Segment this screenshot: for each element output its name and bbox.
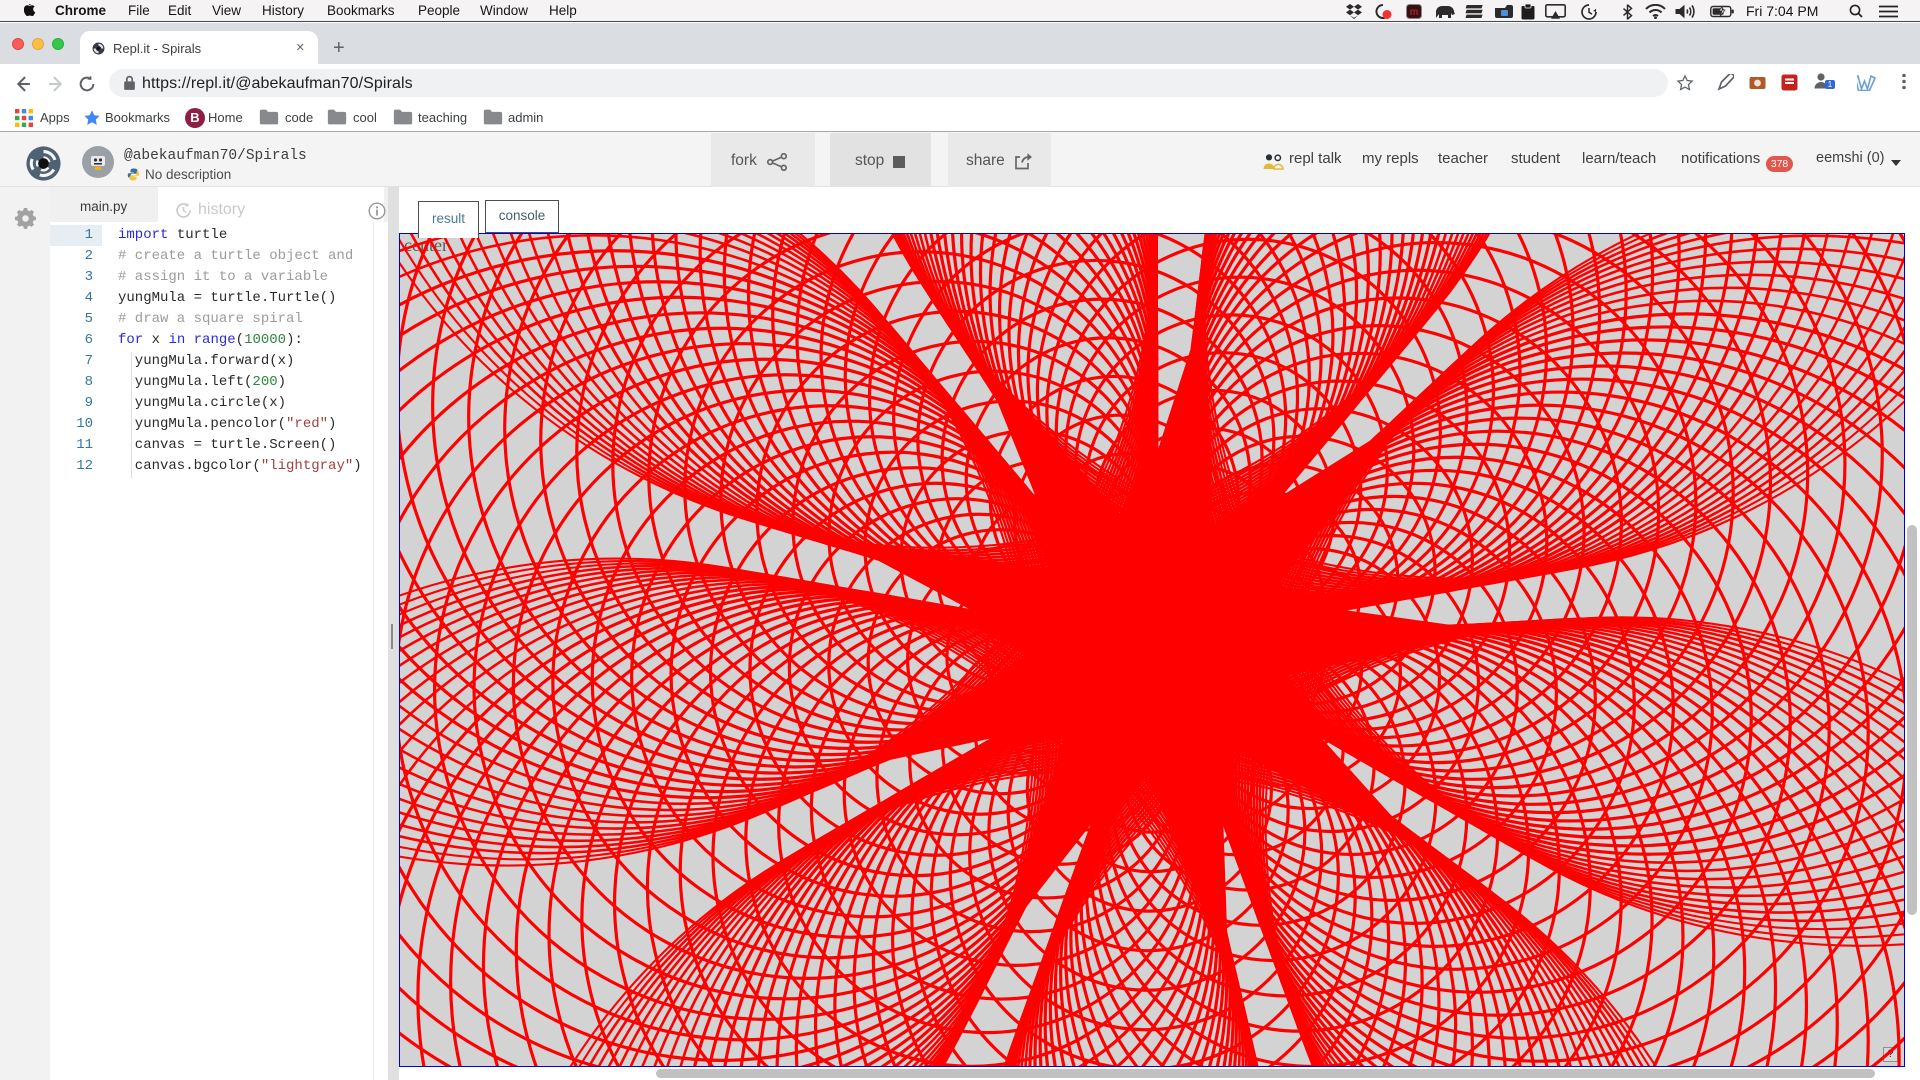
svg-text:m: m (1410, 7, 1418, 18)
svg-text:1: 1 (1828, 80, 1833, 89)
